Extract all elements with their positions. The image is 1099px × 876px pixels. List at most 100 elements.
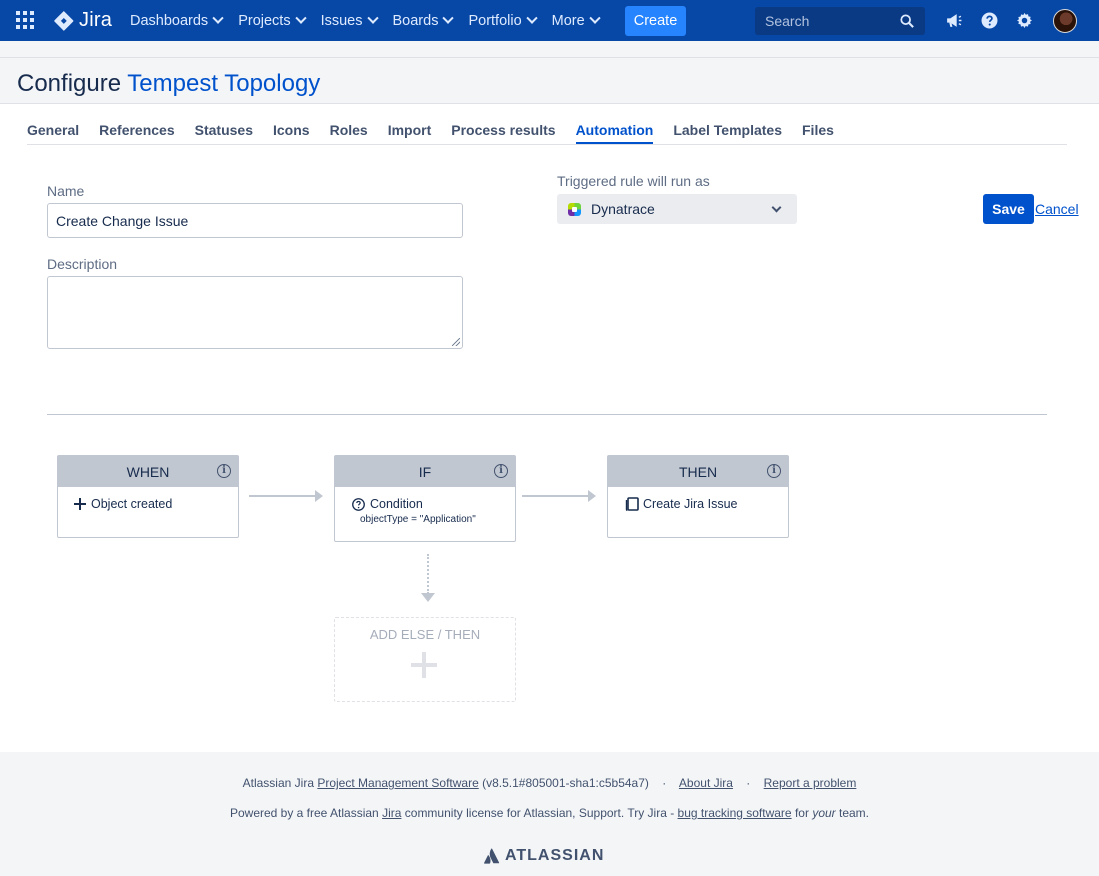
runas-value: Dynatrace [591, 201, 655, 217]
tab-general[interactable]: General [27, 116, 79, 144]
bug-tracking-link[interactable]: bug tracking software [678, 806, 792, 820]
when-card-header: WHEN i [58, 456, 238, 487]
footer-version: (v8.5.1#805001-sha1:c5b54a7) [482, 776, 649, 790]
nav-item-label: Issues [320, 12, 363, 29]
tab-references[interactable]: References [99, 116, 175, 144]
when-title: WHEN [126, 463, 170, 480]
info-icon[interactable]: i [494, 464, 508, 478]
trigger-item[interactable]: Object created [74, 497, 222, 511]
chevron-down-icon [442, 12, 455, 24]
trigger-label: Object created [91, 497, 173, 511]
chevron-down-icon [525, 12, 538, 24]
nav-item-projects[interactable]: Projects [230, 0, 312, 41]
footer-team-text: team. [839, 806, 870, 820]
nav-item-more[interactable]: More [544, 0, 607, 41]
cancel-link[interactable]: Cancel [1035, 201, 1079, 217]
tab-import[interactable]: Import [388, 116, 432, 144]
atlassian-wordmark: ATLASSIAN [505, 847, 605, 864]
product-name: Jira [79, 9, 113, 31]
footer-separator: · [662, 776, 667, 790]
tab-roles[interactable]: Roles [330, 116, 368, 144]
else-connector-arrow [421, 593, 435, 602]
tab-automation[interactable]: Automation [575, 116, 654, 144]
resize-handle-icon[interactable] [452, 338, 460, 346]
schema-name-link[interactable]: Tempest Topology [127, 70, 320, 97]
then-title: THEN [678, 463, 718, 480]
search-icon[interactable] [900, 14, 914, 28]
description-label: Description [47, 256, 118, 272]
header-band [0, 41, 1099, 58]
flow-arrow [522, 490, 596, 502]
name-field-value: Create Change Issue [56, 212, 189, 229]
info-icon[interactable]: i [217, 464, 231, 478]
atlassian-logo-icon [484, 848, 500, 864]
footer-powered-by: Powered by a free Atlassian [229, 806, 379, 820]
nav-item-dashboards[interactable]: Dashboards [122, 0, 230, 41]
action-label: Create Jira Issue [643, 497, 738, 511]
name-label: Name [47, 183, 85, 199]
action-item[interactable]: Create Jira Issue [624, 497, 772, 511]
if-card[interactable]: IF i Condition objectType = "Application… [334, 455, 516, 542]
user-avatar[interactable] [1053, 9, 1077, 33]
footer-license-text: community license for Atlassian, Support… [404, 806, 675, 820]
page-title-prefix: Configure [17, 70, 122, 97]
tab-icons[interactable]: Icons [273, 116, 310, 144]
nav-item-label: Boards [392, 12, 439, 29]
runas-label: Triggered rule will run as [557, 173, 710, 189]
about-jira-link[interactable]: About Jira [679, 776, 733, 790]
footer-separator: · [746, 776, 751, 790]
footer-your-text: your [812, 806, 836, 820]
app-switcher-icon[interactable] [16, 11, 34, 29]
help-icon[interactable] [981, 12, 998, 29]
footer-line-1: Atlassian Jira Project Management Softwa… [0, 776, 1099, 790]
config-tabs: General References Statuses Icons Roles … [27, 116, 854, 145]
if-card-header: IF i [335, 456, 515, 487]
footer-jira-link[interactable]: Jira [382, 806, 401, 820]
create-button[interactable]: Create [625, 6, 686, 36]
when-card[interactable]: WHEN i Object created [57, 455, 239, 538]
tab-process-results[interactable]: Process results [451, 116, 555, 144]
nav-item-portfolio[interactable]: Portfolio [460, 0, 543, 41]
info-icon[interactable]: i [767, 464, 781, 478]
copy-issue-icon [625, 497, 639, 511]
add-else-then-button[interactable]: ADD ELSE / THEN [334, 617, 516, 702]
nav-item-boards[interactable]: Boards [385, 0, 461, 41]
footer-product: Atlassian Jira [242, 776, 314, 790]
plus-icon [411, 652, 437, 678]
name-field[interactable]: Create Change Issue [47, 203, 463, 238]
description-field[interactable] [47, 276, 463, 349]
then-card[interactable]: THEN i Create Jira Issue [607, 455, 789, 538]
nav-menu: Dashboards Projects Issues Boards Portfo… [122, 0, 607, 41]
tab-files[interactable]: Files [802, 116, 834, 144]
report-problem-link[interactable]: Report a problem [764, 776, 857, 790]
jira-logo[interactable]: Jira [53, 9, 112, 32]
dynatrace-icon [568, 202, 581, 216]
chevron-down-icon [212, 12, 224, 24]
condition-expression: objectType = "Application" [360, 514, 476, 525]
condition-item[interactable]: Condition [352, 497, 499, 511]
gear-icon[interactable] [1016, 12, 1033, 29]
page-title: Configure Tempest Topology [17, 70, 320, 98]
atlassian-logo[interactable]: ATLASSIAN [484, 847, 604, 865]
chevron-down-icon [589, 12, 601, 24]
footer-pm-software-link[interactable]: Project Management Software [317, 776, 478, 790]
plus-icon [74, 498, 86, 510]
search-input[interactable] [755, 7, 885, 35]
runas-select[interactable]: Dynatrace [557, 194, 797, 224]
then-card-header: THEN i [608, 456, 788, 487]
tab-statuses[interactable]: Statuses [195, 116, 253, 144]
save-button[interactable]: Save [983, 194, 1034, 224]
nav-item-label: Dashboards [130, 12, 209, 29]
else-connector [427, 554, 429, 594]
search-box [755, 7, 925, 35]
section-divider [47, 414, 1047, 415]
nav-item-label: More [551, 12, 585, 29]
tab-label-templates[interactable]: Label Templates [673, 116, 782, 144]
nav-item-issues[interactable]: Issues [313, 0, 385, 41]
chevron-down-icon [771, 202, 782, 213]
flow-arrow [249, 490, 323, 502]
chevron-down-icon [366, 12, 379, 24]
tabs-divider [27, 144, 1067, 145]
megaphone-icon[interactable] [945, 12, 962, 29]
nav-item-label: Projects [238, 12, 291, 29]
